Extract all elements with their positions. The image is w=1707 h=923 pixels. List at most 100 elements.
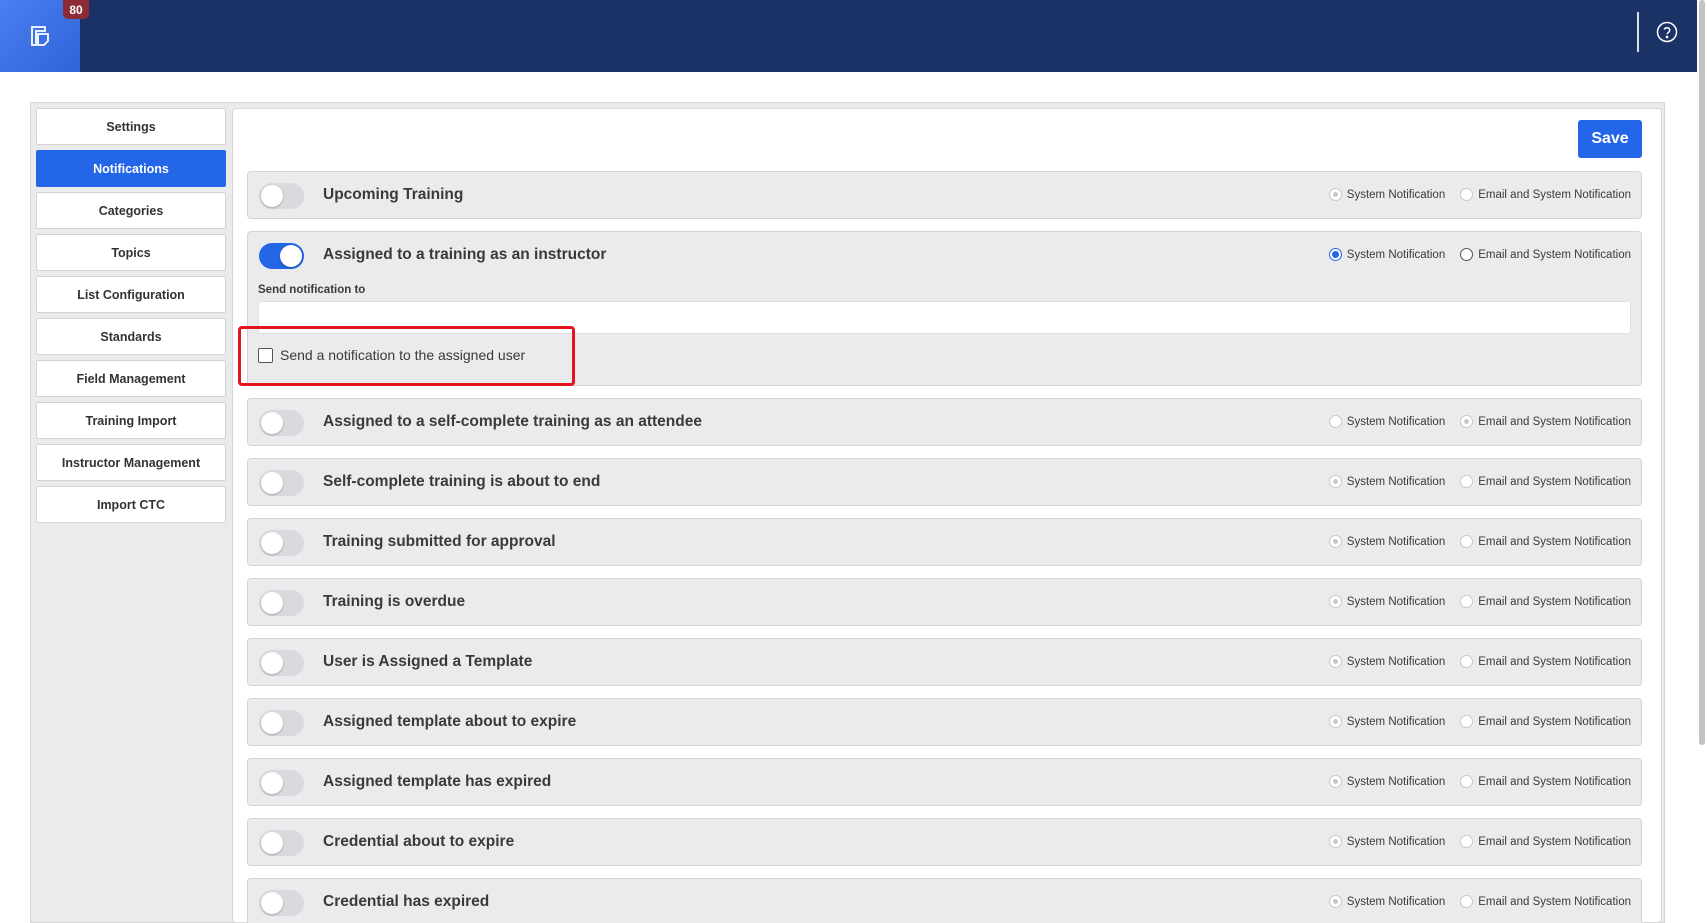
radio-button[interactable] (1460, 655, 1474, 668)
radio-label: System Notification (1346, 655, 1446, 668)
radio-button[interactable] (1460, 188, 1474, 201)
radio-button[interactable] (1328, 415, 1342, 428)
radio-email-system-notification[interactable]: Email and System Notification (1460, 415, 1631, 428)
radio-system-notification[interactable]: System Notification (1328, 535, 1445, 548)
toggle-knob (261, 412, 283, 434)
sidebar-item-notifications[interactable]: Notifications (36, 150, 226, 187)
radio-label: Email and System Notification (1478, 835, 1631, 848)
notification-count-badge[interactable]: 80 (63, 0, 89, 19)
radio-system-notification[interactable]: System Notification (1328, 475, 1445, 488)
sidebar-item-field-management[interactable]: Field Management (36, 360, 226, 397)
radio-button[interactable] (1460, 595, 1474, 608)
radio-email-system-notification[interactable]: Email and System Notification (1460, 715, 1631, 728)
notification-toggle[interactable] (259, 243, 304, 269)
radio-label: Email and System Notification (1478, 248, 1631, 261)
radio-button[interactable] (1328, 835, 1342, 848)
radio-label: Email and System Notification (1478, 655, 1631, 668)
radio-button[interactable] (1460, 775, 1474, 788)
notification-row: Training submitted for approval System N… (247, 518, 1642, 566)
radio-email-system-notification[interactable]: Email and System Notification (1460, 895, 1631, 908)
settings-sidebar: Settings Notifications Categories Topics… (36, 108, 226, 528)
notification-toggle[interactable] (259, 770, 304, 796)
assigned-user-checkbox-row[interactable]: Send a notification to the assigned user (258, 347, 525, 363)
radio-button[interactable] (1328, 475, 1342, 488)
notification-toggle[interactable] (259, 710, 304, 736)
radio-button[interactable] (1328, 775, 1342, 788)
sidebar-item-list-configuration[interactable]: List Configuration (36, 276, 226, 313)
notification-type-radios: System Notification Email and System Not… (1328, 595, 1631, 608)
send-notification-to-label: Send notification to (258, 284, 366, 296)
scrollbar-thumb[interactable] (1699, 0, 1705, 745)
radio-label: System Notification (1346, 895, 1446, 908)
sidebar-item-settings[interactable]: Settings (36, 108, 226, 145)
radio-button[interactable] (1328, 535, 1342, 548)
radio-button[interactable] (1328, 895, 1342, 908)
radio-button[interactable] (1460, 835, 1474, 848)
notification-toggle[interactable] (259, 590, 304, 616)
top-bar: 80 (0, 0, 1697, 72)
radio-system-notification[interactable]: System Notification (1328, 715, 1446, 728)
sidebar-item-instructor-management[interactable]: Instructor Management (36, 444, 226, 481)
radio-button[interactable] (1328, 655, 1342, 668)
sidebar-item-categories[interactable]: Categories (36, 192, 226, 229)
sidebar-item-import-ctc[interactable]: Import CTC (36, 486, 226, 523)
notification-type-radios: System Notification Email and System Not… (1328, 715, 1631, 728)
radio-button[interactable] (1328, 715, 1342, 728)
notification-toggle[interactable] (259, 183, 304, 209)
radio-email-system-notification[interactable]: Email and System Notification (1460, 248, 1631, 261)
radio-email-system-notification[interactable]: Email and System Notification (1460, 775, 1631, 788)
notification-title: Self-complete training is about to end (323, 473, 601, 490)
notification-row: Assigned to a self-complete training as … (247, 398, 1642, 446)
radio-label: Email and System Notification (1478, 895, 1631, 908)
notification-toggle[interactable] (259, 410, 304, 436)
radio-button[interactable] (1460, 715, 1474, 728)
radio-label: Email and System Notification (1478, 415, 1631, 428)
notification-toggle[interactable] (259, 470, 304, 496)
help-circle-icon[interactable] (1656, 21, 1678, 43)
notification-row: Assigned template about to expire System… (247, 698, 1642, 746)
radio-button[interactable] (1460, 415, 1474, 428)
radio-system-notification[interactable]: System Notification (1328, 655, 1446, 668)
radio-button[interactable] (1460, 475, 1474, 488)
notification-toggle[interactable] (259, 830, 304, 856)
radio-button[interactable] (1460, 895, 1474, 908)
radio-email-system-notification[interactable]: Email and System Notification (1460, 535, 1631, 548)
sidebar-item-topics[interactable]: Topics (36, 234, 226, 271)
radio-system-notification[interactable]: System Notification (1328, 248, 1445, 261)
radio-email-system-notification[interactable]: Email and System Notification (1460, 835, 1631, 848)
radio-button[interactable] (1460, 535, 1474, 548)
notification-toggle[interactable] (259, 890, 304, 916)
radio-system-notification[interactable]: System Notification (1328, 595, 1445, 608)
radio-system-notification[interactable]: System Notification (1328, 835, 1445, 848)
radio-system-notification[interactable]: System Notification (1328, 415, 1445, 428)
radio-label: Email and System Notification (1478, 715, 1631, 728)
radio-button[interactable] (1328, 188, 1342, 201)
notification-toggle[interactable] (259, 650, 304, 676)
notification-title: Assigned to a training as an instructor (323, 246, 607, 263)
assigned-user-checkbox[interactable] (258, 347, 273, 363)
radio-system-notification[interactable]: System Notification (1328, 895, 1446, 908)
radio-button[interactable] (1328, 248, 1342, 261)
radio-email-system-notification[interactable]: Email and System Notification (1460, 655, 1631, 668)
radio-label: System Notification (1346, 188, 1446, 201)
toggle-knob (261, 532, 283, 554)
notification-toggle[interactable] (259, 530, 304, 556)
radio-button[interactable] (1460, 248, 1474, 261)
radio-email-system-notification[interactable]: Email and System Notification (1460, 475, 1631, 488)
notification-row: User is Assigned a Template System Notif… (247, 638, 1642, 686)
radio-email-system-notification[interactable]: Email and System Notification (1460, 595, 1631, 608)
save-button[interactable]: Save (1578, 120, 1642, 158)
radio-button[interactable] (1328, 595, 1342, 608)
sidebar-item-standards[interactable]: Standards (36, 318, 226, 355)
notification-type-radios: System Notification Email and System Not… (1328, 835, 1631, 848)
sidebar-item-training-import[interactable]: Training Import (36, 402, 226, 439)
radio-label: System Notification (1346, 715, 1446, 728)
radio-label: Email and System Notification (1478, 475, 1631, 488)
radio-system-notification[interactable]: System Notification (1328, 775, 1445, 788)
notification-title: Assigned template about to expire (323, 713, 577, 730)
send-notification-to-input[interactable] (258, 301, 1631, 334)
radio-system-notification[interactable]: System Notification (1328, 188, 1446, 201)
radio-label: Email and System Notification (1478, 535, 1631, 548)
notification-title: Assigned to a self-complete training as … (323, 413, 702, 430)
radio-email-system-notification[interactable]: Email and System Notification (1460, 188, 1631, 201)
